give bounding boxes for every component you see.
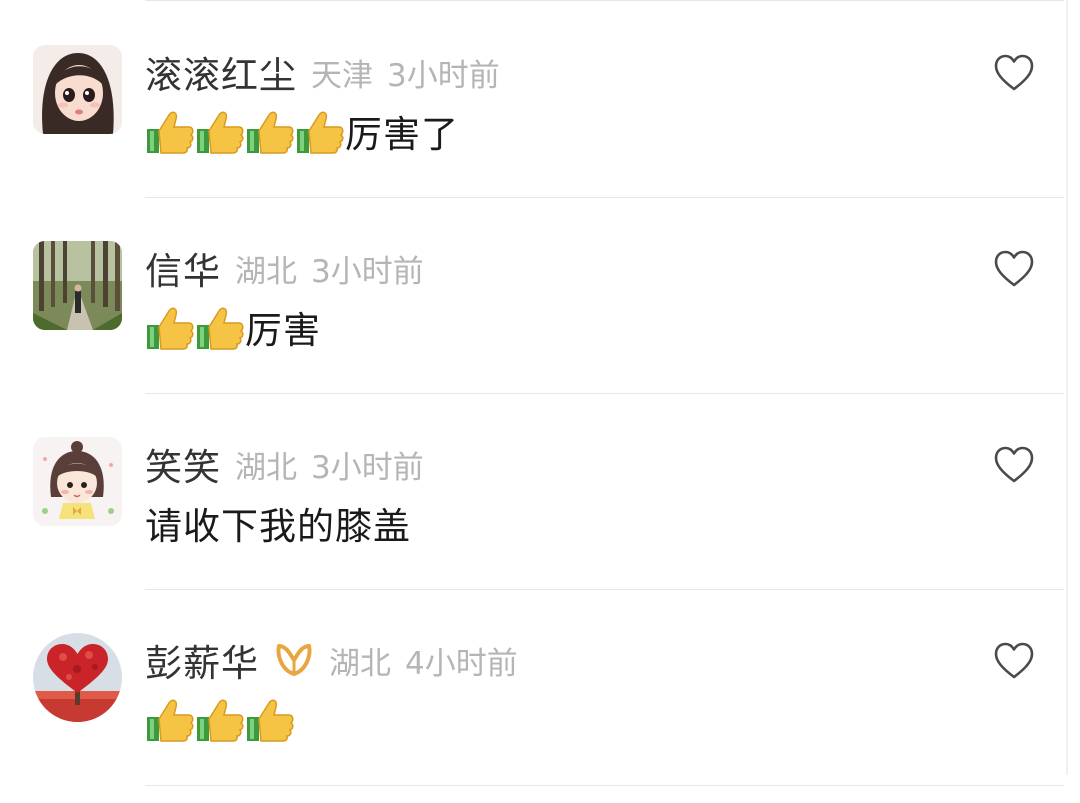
comment-divider (145, 785, 1064, 786)
thumbs-up-emoji-icon (195, 303, 245, 351)
comment-header: 滚滚红尘 天津 3小时前 (145, 45, 500, 99)
comment-text: 厉害了 (345, 113, 459, 156)
comment-list: 滚滚红尘 天津 3小时前 厉害了 信华 湖北 3小时前 厉害 笑笑 湖北 3小时… (0, 0, 1080, 803)
username[interactable]: 信华 (145, 241, 221, 295)
comment-item: 滚滚红尘 天津 3小时前 厉害了 (0, 2, 1080, 198)
comment-item: 笑笑 湖北 3小时前 请收下我的膝盖 (0, 394, 1080, 590)
comment-item: 信华 湖北 3小时前 厉害 (0, 198, 1080, 394)
comment-body: 请收下我的膝盖 (145, 497, 411, 549)
heart-outline-icon[interactable] (994, 54, 1034, 92)
timestamp: 3小时前 (311, 449, 424, 486)
thumbs-up-emoji-icon (145, 695, 195, 743)
thumbs-up-emoji-icon (245, 107, 295, 155)
comment-body: 厉害 (145, 301, 321, 353)
comment-text: 请收下我的膝盖 (145, 505, 411, 548)
cartoon-girl-avatar[interactable] (33, 437, 122, 526)
comment-item: 彭薪华 湖北 4小时前 (0, 590, 1080, 786)
top-divider (145, 0, 1064, 1)
location: 湖北 (329, 645, 391, 682)
timestamp: 4小时前 (405, 645, 518, 682)
username[interactable]: 笑笑 (145, 437, 221, 491)
comment-body: 厉害了 (145, 105, 459, 157)
comment-text: 厉害 (245, 309, 321, 352)
thumbs-up-emoji-icon (195, 695, 245, 743)
thumbs-up-emoji-icon (295, 107, 345, 155)
thumbs-up-emoji-icon (245, 695, 295, 743)
username[interactable]: 滚滚红尘 (145, 45, 297, 99)
heart-outline-icon[interactable] (994, 642, 1034, 680)
heart-outline-icon[interactable] (994, 446, 1034, 484)
comment-body (145, 693, 295, 745)
username[interactable]: 彭薪华 (145, 633, 259, 687)
timestamp: 3小时前 (311, 253, 424, 290)
comment-header: 信华 湖北 3小时前 (145, 241, 424, 295)
gold-infinity-badge-icon[interactable] (273, 642, 315, 678)
thumbs-up-emoji-icon (145, 107, 195, 155)
heart-outline-icon[interactable] (994, 250, 1034, 288)
location: 湖北 (235, 253, 297, 290)
thumbs-up-emoji-icon (195, 107, 245, 155)
timestamp: 3小时前 (387, 57, 500, 94)
forest-path-photo-avatar[interactable] (33, 241, 122, 330)
location: 天津 (311, 57, 373, 94)
heart-tree-avatar[interactable] (33, 633, 122, 722)
location: 湖北 (235, 449, 297, 486)
comment-header: 彭薪华 湖北 4小时前 (145, 633, 518, 687)
thumbs-up-emoji-icon (145, 303, 195, 351)
comment-header: 笑笑 湖北 3小时前 (145, 437, 424, 491)
anime-girl-avatar[interactable] (33, 45, 122, 134)
